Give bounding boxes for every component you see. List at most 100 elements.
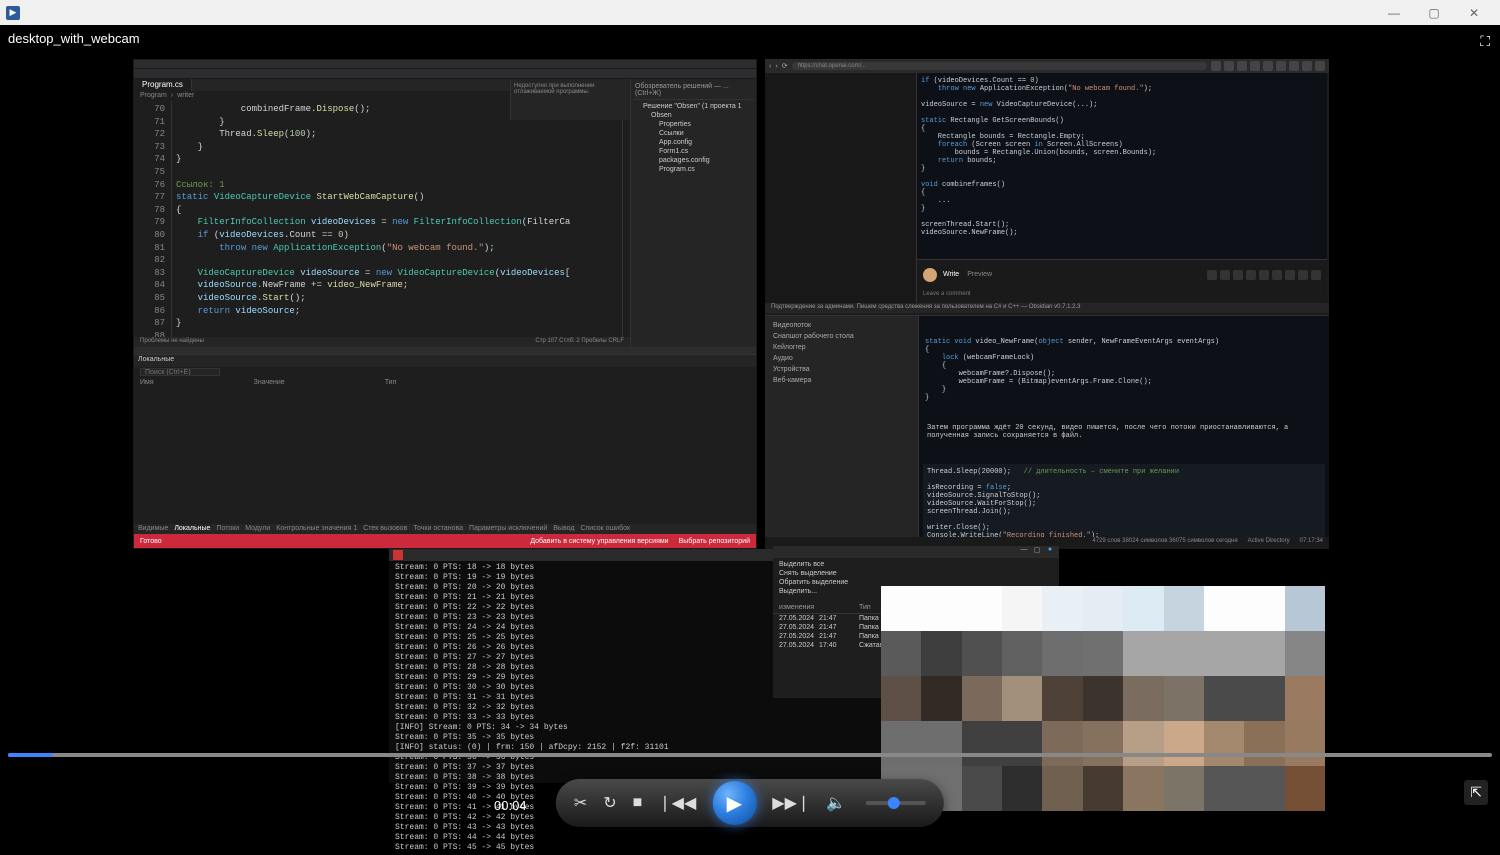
snapshot-button[interactable]: ✂: [574, 793, 587, 813]
fmt-icon[interactable]: [1220, 270, 1230, 280]
fmt-icon[interactable]: [1246, 270, 1256, 280]
close-icon[interactable]: ●: [1045, 546, 1055, 556]
fmt-icon[interactable]: [1311, 270, 1321, 280]
sol-item[interactable]: App.config: [635, 138, 752, 147]
nav-fwd-icon[interactable]: ›: [775, 63, 777, 70]
output-tab[interactable]: Параметры исключений: [469, 525, 547, 533]
col-date[interactable]: изменения: [779, 604, 819, 611]
crumb-member[interactable]: writer: [177, 92, 194, 100]
output-tab[interactable]: Модули: [245, 525, 270, 533]
ext-icon[interactable]: [1315, 61, 1325, 71]
mute-button[interactable]: 🔈: [826, 793, 846, 813]
ext-icon[interactable]: [1276, 61, 1286, 71]
fmt-icon[interactable]: [1298, 270, 1308, 280]
chat-code[interactable]: if (videoDevices.Count == 0) throw new A…: [917, 73, 1327, 259]
output-tab[interactable]: Потоки: [216, 525, 239, 533]
sol-item[interactable]: packages.config: [635, 156, 752, 165]
fmt-icon[interactable]: [1207, 270, 1217, 280]
output-tab[interactable]: Локальные: [174, 525, 210, 533]
sol-item[interactable]: Form1.cs: [635, 147, 752, 156]
status-source-control[interactable]: Добавить в систему управления версиями: [530, 538, 668, 545]
ext-icon[interactable]: [1302, 61, 1312, 71]
maximize-icon[interactable]: ▢: [1032, 546, 1042, 556]
vs-toolbar[interactable]: [134, 69, 756, 79]
maximize-button[interactable]: ▢: [1414, 0, 1454, 25]
nav-back-icon[interactable]: ‹: [769, 63, 771, 70]
obsidian-content[interactable]: static void video_NewFrame(object sender…: [919, 316, 1329, 537]
next-button[interactable]: ▶▶❘: [772, 793, 810, 813]
ctx-item[interactable]: Снять выделение: [779, 569, 1053, 578]
vs-bottom-tabs[interactable]: Видимые Локальные Потоки Модули Контроль…: [134, 524, 756, 534]
pip-icon[interactable]: ⇱: [1464, 780, 1488, 805]
output-tab[interactable]: Контрольные значения 1: [276, 525, 357, 533]
tab-program[interactable]: Program.cs: [134, 79, 192, 91]
tab-preview[interactable]: Preview: [967, 271, 992, 278]
stop-button[interactable]: ■: [633, 794, 643, 812]
locals-search[interactable]: [140, 368, 220, 376]
fmt-icon[interactable]: [1285, 270, 1295, 280]
vs-out-current: Локальные: [138, 356, 174, 366]
ext-icon[interactable]: [1224, 61, 1234, 71]
vs-code[interactable]: combinedFrame.Dispose(); } Thread.Sleep(…: [172, 101, 622, 337]
output-tab[interactable]: Точки останова: [413, 525, 463, 533]
status-repo[interactable]: Выбрать репозиторий: [679, 538, 750, 545]
video-area: desktop_with_webcam ⛶ Program.cs Program…: [0, 25, 1500, 841]
col-time[interactable]: [819, 604, 859, 611]
vs-solution-explorer[interactable]: Обозреватель решений — ... (Ctrl+Ж) Реше…: [630, 79, 756, 347]
ext-icon[interactable]: [1263, 61, 1273, 71]
fmt-icon[interactable]: [1259, 270, 1269, 280]
webcam-pixel: [1123, 676, 1163, 721]
outline-item[interactable]: Веб-камера: [769, 375, 914, 386]
outline-item[interactable]: Кейлоггер: [769, 342, 914, 353]
sol-project-header[interactable]: Решение "Obsen" (1 проекта 1: [635, 102, 752, 111]
crumb-class[interactable]: Program: [140, 92, 167, 100]
webcam-pixel: [1244, 721, 1284, 766]
ad-label: Active Directory: [1248, 538, 1290, 548]
webcam-pixel: [1123, 766, 1163, 811]
output-tab[interactable]: Видимые: [138, 525, 168, 533]
play-button[interactable]: ▶: [712, 781, 756, 825]
scrubber[interactable]: [8, 753, 1492, 757]
sol-item[interactable]: Program.cs: [635, 165, 752, 174]
vs-menubar[interactable]: [134, 60, 756, 69]
output-tab[interactable]: Вывод: [553, 525, 574, 533]
minimize-icon[interactable]: —: [1019, 546, 1029, 556]
output-tab[interactable]: Список ошибок: [580, 525, 630, 533]
vs-minimap[interactable]: [622, 101, 630, 337]
obsidian-outline[interactable]: ВидеопотокСнапшот рабочего столаКейлогге…: [765, 316, 919, 537]
minimize-button[interactable]: —: [1374, 0, 1414, 25]
outline-item[interactable]: Снапшот рабочего стола: [769, 331, 914, 342]
loop-button[interactable]: ↻: [603, 793, 616, 813]
volume-slider[interactable]: [866, 801, 926, 805]
url-bar[interactable]: https://chat.openai.com/...: [792, 62, 1207, 70]
outline-item[interactable]: Устройства: [769, 364, 914, 375]
sol-item[interactable]: Properties: [635, 120, 752, 129]
outline-item[interactable]: Видеопоток: [769, 320, 914, 331]
volume-thumb[interactable]: [888, 797, 900, 809]
chat-input-field[interactable]: Leave a comment: [917, 289, 1327, 303]
webcam-pixel: [1244, 586, 1284, 631]
sol-item[interactable]: Obsen: [635, 111, 752, 120]
output-tab[interactable]: Стек вызовов: [363, 525, 407, 533]
ext-icon[interactable]: [1237, 61, 1247, 71]
webcam-pixel: [1244, 676, 1284, 721]
webcam-pixel: [1204, 766, 1244, 811]
vs-output-panel[interactable]: Локальные Имя Значение Тип Видимые Локал…: [134, 354, 756, 534]
sol-item[interactable]: Ссылки: [635, 129, 752, 138]
outline-item[interactable]: Аудио: [769, 353, 914, 364]
ext-icon[interactable]: [1211, 61, 1221, 71]
sol-tree[interactable]: Решение "Obsen" (1 проекта 1 ObsenProper…: [633, 100, 754, 176]
tab-write[interactable]: Write: [943, 271, 959, 278]
fmt-icon[interactable]: [1233, 270, 1243, 280]
vs-editor[interactable]: 7071727374757677787980818283848586878889…: [134, 101, 630, 337]
prev-button[interactable]: ❘◀◀: [658, 793, 696, 813]
close-button[interactable]: ✕: [1454, 0, 1494, 25]
webcam-pixel: [921, 721, 961, 766]
ext-icon[interactable]: [1289, 61, 1299, 71]
fullscreen-icon[interactable]: ⛶: [1480, 33, 1490, 50]
webcam-pixel: [962, 721, 1002, 766]
fmt-icon[interactable]: [1272, 270, 1282, 280]
ctx-item[interactable]: Выделить все: [779, 560, 1053, 569]
nav-reload-icon[interactable]: ⟳: [782, 62, 788, 70]
ext-icon[interactable]: [1250, 61, 1260, 71]
